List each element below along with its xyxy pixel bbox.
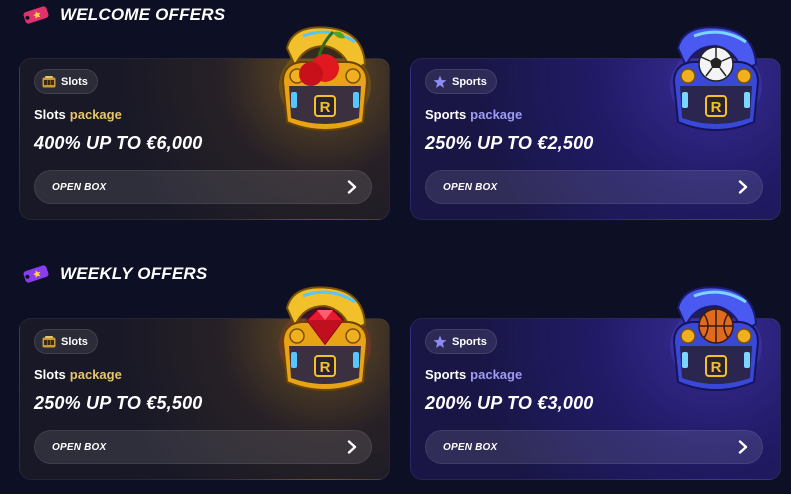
slot-machine-icon — [42, 75, 56, 89]
slot-machine-icon — [42, 335, 56, 349]
offer-amount: 400% UP TO €6,000 — [34, 133, 203, 153]
package-name: Slots — [34, 367, 66, 382]
weekly-slots-offer-card[interactable]: Slots Slots package 250% UP TO €5,500 OPE… — [19, 286, 390, 480]
welcome-slots-offer-card[interactable]: Slots Slots package 400% UP TO €6,000 OPE… — [19, 26, 390, 220]
package-title: Slots package — [34, 107, 122, 122]
chevron-right-icon — [345, 180, 359, 194]
package-word: package — [69, 107, 122, 122]
sports-star-icon — [433, 335, 447, 349]
offer-amount: 250% UP TO €2,500 — [425, 133, 594, 153]
blue-box-soccer-ball-icon: R — [666, 26, 766, 142]
chevron-right-icon — [345, 440, 359, 454]
category-label: Slots — [61, 75, 88, 88]
category-label: Slots — [61, 335, 88, 348]
package-name: Sports — [425, 107, 467, 122]
package-word: package — [69, 367, 122, 382]
section-title: WELCOME OFFERS — [60, 5, 226, 24]
package-name: Sports — [425, 367, 467, 382]
ticket-star-icon — [20, 4, 52, 26]
svg-text:R: R — [711, 359, 722, 376]
chevron-right-icon — [736, 180, 750, 194]
package-word: package — [470, 107, 523, 122]
open-box-button[interactable]: OPEN BOX — [34, 430, 372, 464]
package-word: package — [470, 367, 523, 382]
package-title: Sports package — [425, 107, 522, 122]
blue-box-basketball-icon: R — [666, 286, 766, 402]
weekly-offers-heading: WEEKLY OFFERS — [20, 259, 207, 289]
open-box-button[interactable]: OPEN BOX — [425, 430, 763, 464]
open-box-label: OPEN BOX — [443, 441, 498, 453]
gold-box-ruby-icon: R — [275, 286, 375, 402]
category-badge: Slots — [34, 69, 98, 94]
welcome-offers-heading: WELCOME OFFERS — [20, 0, 225, 30]
gold-box-cherry-icon: R — [275, 26, 375, 142]
open-box-button[interactable]: OPEN BOX — [34, 170, 372, 204]
package-name: Slots — [34, 107, 66, 122]
weekly-sports-offer-card[interactable]: Sports Sports package 200% UP TO €3,000 O… — [410, 286, 781, 480]
ticket-star-icon — [20, 263, 52, 285]
offer-amount: 250% UP TO €5,500 — [34, 393, 203, 413]
open-box-label: OPEN BOX — [52, 441, 107, 453]
svg-text:R: R — [711, 99, 722, 116]
section-title: WEEKLY OFFERS — [60, 264, 208, 283]
category-badge: Slots — [34, 329, 98, 354]
category-badge: Sports — [425, 329, 497, 354]
package-title: Sports package — [425, 367, 522, 382]
category-label: Sports — [452, 335, 487, 348]
open-box-button[interactable]: OPEN BOX — [425, 170, 763, 204]
svg-text:R: R — [320, 99, 331, 116]
sports-star-icon — [433, 75, 447, 89]
welcome-sports-offer-card[interactable]: Sports Sports package 250% UP TO €2,500 O… — [410, 26, 781, 220]
category-label: Sports — [452, 75, 487, 88]
offer-amount: 200% UP TO €3,000 — [425, 393, 594, 413]
chevron-right-icon — [736, 440, 750, 454]
category-badge: Sports — [425, 69, 497, 94]
package-title: Slots package — [34, 367, 122, 382]
open-box-label: OPEN BOX — [52, 181, 107, 193]
open-box-label: OPEN BOX — [443, 181, 498, 193]
svg-text:R: R — [320, 359, 331, 376]
